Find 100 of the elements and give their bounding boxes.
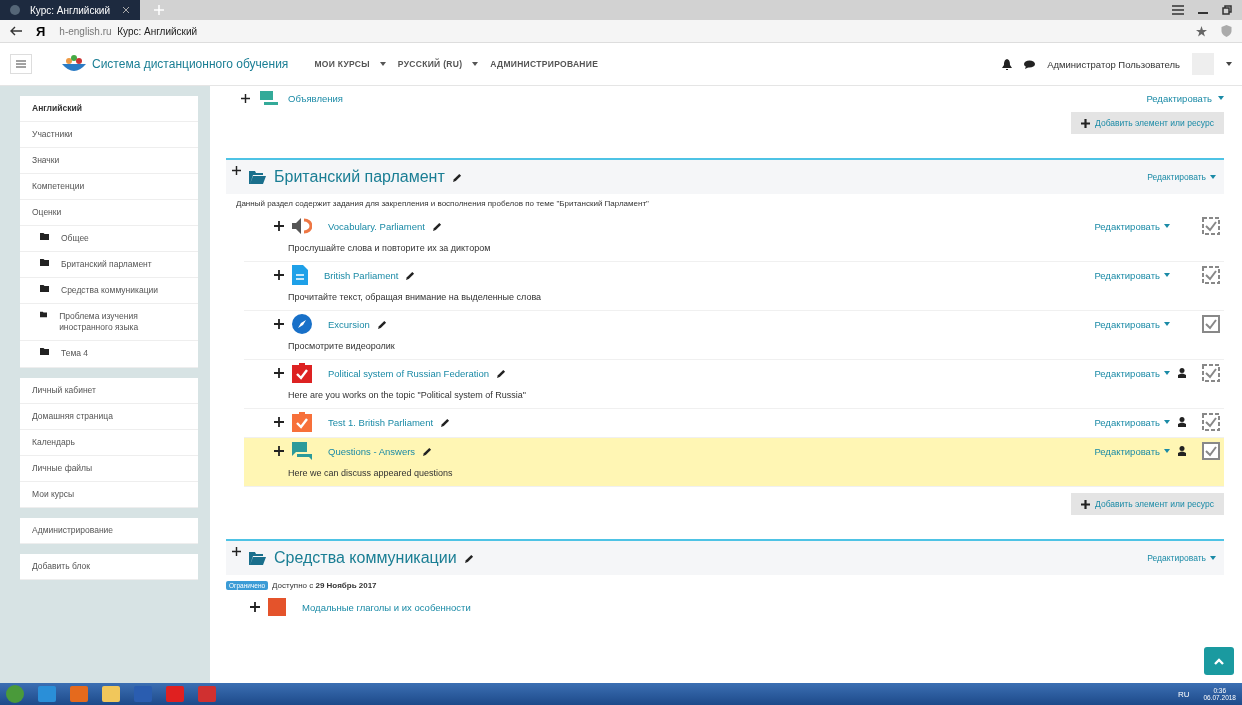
folder-icon	[40, 285, 49, 293]
activity-link[interactable]: Vocabulary. Parliament	[328, 220, 425, 232]
sidebar-item[interactable]: Средства коммуникации	[61, 285, 159, 297]
sidebar-item[interactable]: Администрирование	[32, 524, 114, 536]
clipboard-check-icon	[292, 363, 312, 383]
scroll-top-button[interactable]	[1204, 647, 1234, 675]
menu-icon[interactable]	[1172, 5, 1184, 15]
completion-checkbox[interactable]	[1202, 315, 1220, 333]
folder-icon	[40, 233, 49, 241]
activity-description: Here we can discuss appeared questions	[287, 467, 454, 480]
start-button[interactable]	[6, 685, 24, 703]
activity-link[interactable]: Модальные глаголы и их особенности	[302, 601, 471, 613]
document-icon	[268, 598, 286, 616]
sidebar-item[interactable]: Британский парламент	[61, 259, 152, 271]
nav-menu-item[interactable]: АДМИНИСТРИРОВАНИЕ	[490, 59, 599, 69]
folder-icon	[249, 170, 266, 184]
activity-link[interactable]: Questions - Answers	[328, 445, 416, 457]
pencil-icon[interactable]	[406, 270, 416, 280]
activity-link[interactable]: Объявления	[288, 92, 343, 104]
caret-icon[interactable]	[472, 62, 479, 66]
star-icon[interactable]	[1196, 25, 1207, 37]
menu-icon	[16, 60, 26, 68]
sidebar-item[interactable]: Оценки	[32, 207, 62, 219]
activity-link[interactable]: British Parliament	[324, 269, 399, 281]
activity-link[interactable]: Excursion	[328, 318, 370, 330]
move-icon[interactable]	[274, 221, 284, 231]
edit-menu[interactable]: Редактировать	[1147, 553, 1206, 563]
move-icon[interactable]	[241, 93, 250, 103]
folder-icon	[40, 311, 48, 319]
edit-menu[interactable]: Редактировать	[1094, 367, 1160, 379]
caret-icon[interactable]	[1226, 62, 1232, 66]
caret-icon[interactable]	[379, 62, 386, 66]
nav-menu-item[interactable]: РУССКИЙ (RU)	[397, 59, 463, 69]
chat-icon	[260, 91, 278, 105]
move-icon[interactable]	[274, 319, 284, 329]
nav-menu-item[interactable]: МОИ КУРСЫ	[314, 59, 370, 69]
move-icon[interactable]	[274, 446, 284, 456]
edit-menu[interactable]: Редактировать	[1094, 318, 1160, 330]
availability-text: Доступно с 29 Ноябрь 2017	[272, 581, 377, 590]
document-icon	[292, 265, 308, 285]
sidebar-item[interactable]: Английский	[32, 103, 82, 115]
section-summary: Данный раздел содержит задания для закрепления и восполнения пробелов по теме "Британский Парламент"	[235, 198, 650, 210]
activity-description: Here are you works on the topic "Political system of Russia"	[287, 389, 527, 402]
speaker-icon	[292, 217, 312, 235]
chat-icon	[292, 442, 312, 460]
pencil-icon[interactable]	[464, 553, 474, 563]
move-icon[interactable]	[232, 166, 241, 175]
sidebar-item[interactable]: Личный кабинет	[32, 384, 96, 396]
pencil-icon[interactable]	[452, 172, 462, 182]
chat-icon[interactable]	[1024, 59, 1036, 69]
edit-menu[interactable]: Редактировать	[1147, 172, 1206, 182]
plus-icon	[1081, 118, 1091, 128]
bell-icon[interactable]	[1002, 58, 1013, 70]
sidebar-item[interactable]: Проблема изучения иностранного языка	[59, 311, 186, 334]
edit-menu[interactable]: Редактировать	[1094, 220, 1160, 232]
completion-checkbox[interactable]	[1202, 266, 1220, 284]
edit-menu[interactable]: Редактировать	[1094, 445, 1160, 457]
section-title[interactable]: Британский парламент	[274, 168, 445, 186]
sidebar-item[interactable]: Календарь	[32, 436, 75, 448]
sidebar-item[interactable]: Общее	[61, 233, 89, 245]
sidebar-item[interactable]: Тема 4	[61, 348, 89, 360]
sidebar-item[interactable]: Добавить блок	[32, 560, 90, 572]
address-bar[interactable]: h-english.ru Курс: Английский	[59, 25, 1182, 37]
pencil-icon[interactable]	[377, 319, 387, 329]
close-icon[interactable]	[122, 6, 130, 14]
language-indicator[interactable]: RU	[1177, 689, 1190, 699]
pencil-icon[interactable]	[433, 221, 442, 231]
activity-link[interactable]: Test 1. British Parliament	[328, 416, 434, 428]
browser-tab[interactable]: Курс: Английский	[0, 0, 140, 20]
pencil-icon[interactable]	[423, 446, 433, 456]
completion-checkbox[interactable]	[1202, 217, 1220, 235]
browser-logo[interactable]: Я	[36, 23, 46, 39]
sidebar-item[interactable]: Домашняя страница	[32, 410, 113, 422]
plus-icon	[1081, 499, 1091, 509]
move-icon[interactable]	[250, 602, 260, 612]
sidebar-item[interactable]: Участники	[32, 129, 73, 141]
completion-checkbox[interactable]	[1202, 364, 1220, 382]
move-icon[interactable]	[274, 368, 284, 378]
completion-checkbox[interactable]	[1202, 442, 1220, 460]
activity-link[interactable]: Political system of Russian Federation	[328, 367, 490, 379]
sidebar-item[interactable]: Компетенции	[32, 181, 85, 193]
folder-icon	[249, 551, 266, 565]
menu-button[interactable]	[10, 54, 32, 74]
back-icon[interactable]	[10, 26, 22, 36]
user-name[interactable]: Администратор Пользователь	[1047, 58, 1180, 70]
pencil-icon[interactable]	[497, 368, 507, 378]
sidebar-item[interactable]: Значки	[32, 155, 60, 167]
restore-icon[interactable]	[1222, 5, 1232, 15]
edit-menu[interactable]: Редактировать	[1094, 269, 1160, 281]
sidebar-item[interactable]: Личные файлы	[32, 462, 93, 474]
sidebar-item[interactable]: Мои курсы	[32, 488, 75, 500]
edit-menu[interactable]: Редактировать	[1094, 416, 1160, 428]
move-icon[interactable]	[274, 417, 284, 427]
move-icon[interactable]	[232, 547, 241, 556]
section-title[interactable]: Средства коммуникации	[274, 549, 457, 567]
pencil-icon[interactable]	[441, 417, 451, 427]
move-icon[interactable]	[274, 270, 284, 280]
completion-checkbox[interactable]	[1202, 413, 1220, 431]
site-title[interactable]: Система дистанционного обучения	[92, 57, 289, 71]
edit-menu[interactable]: Редактировать	[1146, 92, 1212, 104]
